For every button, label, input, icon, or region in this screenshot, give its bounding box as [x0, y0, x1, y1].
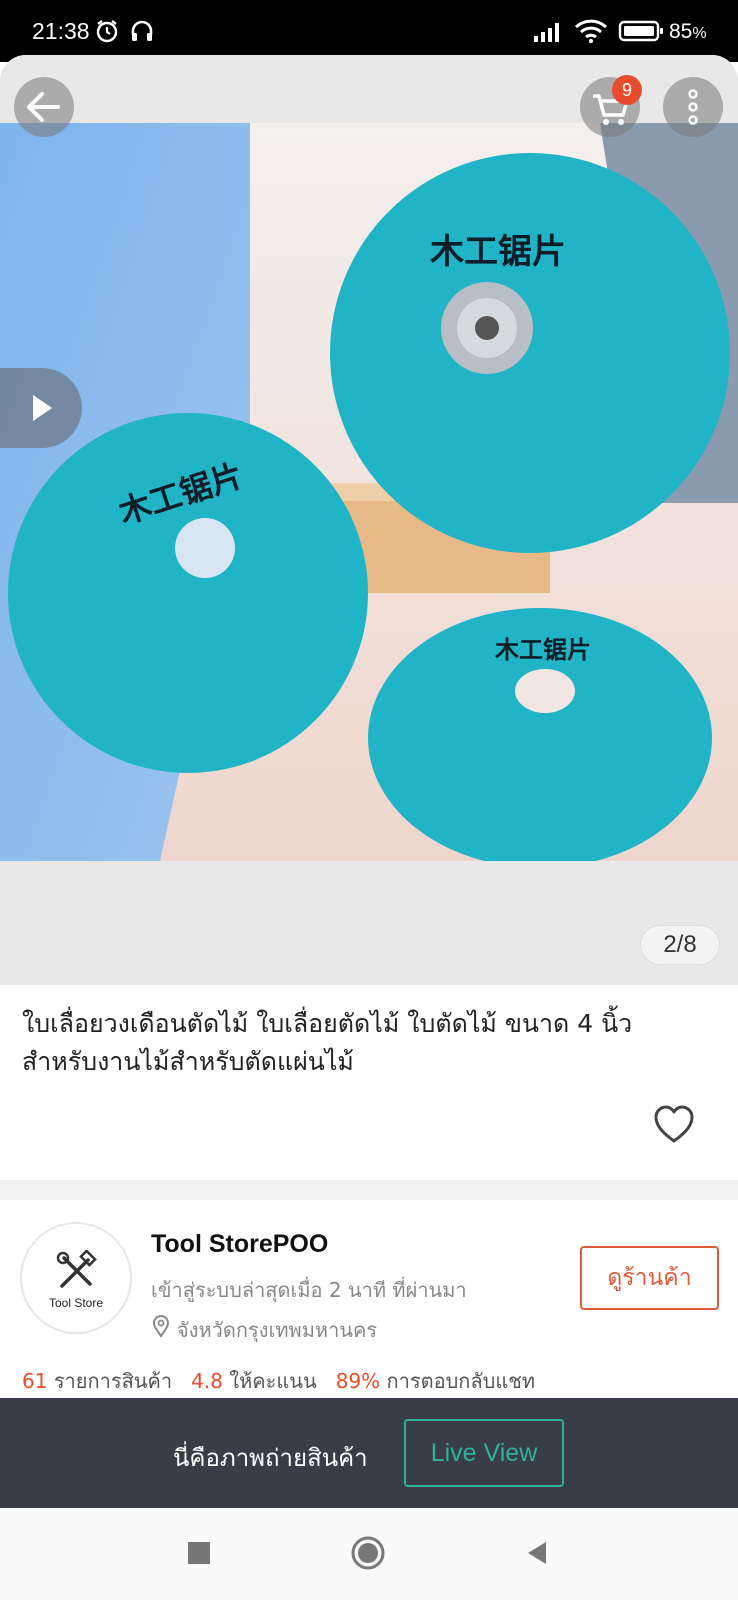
- play-icon: [33, 395, 52, 421]
- location-pin-icon: [152, 1315, 170, 1338]
- store-rating: 4.8: [191, 1369, 223, 1393]
- product-count-label: รายการสินค้า: [53, 1369, 173, 1393]
- back-button[interactable]: [14, 77, 74, 137]
- saw-blade-left: 木工锯片: [8, 413, 368, 773]
- live-view-button[interactable]: Live View: [404, 1419, 564, 1487]
- crossed-tools-icon: [56, 1250, 97, 1288]
- store-logo-text: Tool Store: [48, 1296, 104, 1310]
- saw-blade-large: 木工锯片: [330, 153, 730, 553]
- chat-response-rate: 89%: [335, 1369, 381, 1393]
- app-frame: 木工锯片 木工锯片 木工锯片 9 2/8 ใบเลื่อยวงเดือนตัดไ…: [0, 55, 738, 1600]
- status-time: 21:38: [32, 18, 90, 44]
- status-bar: 21:38 85%: [0, 0, 738, 62]
- system-nav-bar: [0, 1508, 738, 1600]
- more-vertical-icon: [688, 89, 698, 125]
- back-arrow-icon: [27, 92, 60, 122]
- image-page-counter: 2/8: [640, 925, 720, 965]
- product-count: 61: [22, 1369, 48, 1393]
- home-circle-icon[interactable]: [350, 1535, 386, 1571]
- more-options-button[interactable]: [663, 77, 723, 137]
- product-info: ใบเลื่อยวงเดือนตัดไม้ ใบเลื่อยตัดไม้ ใบต…: [0, 985, 738, 1180]
- store-name[interactable]: Tool StorePOO: [151, 1230, 328, 1259]
- wifi-icon: [574, 19, 608, 43]
- store-logo[interactable]: Tool Store: [20, 1222, 132, 1334]
- section-divider: [0, 1180, 738, 1200]
- recents-square-icon[interactable]: [184, 1538, 214, 1568]
- battery-icon: [618, 20, 663, 42]
- cart-count-badge: 9: [612, 75, 642, 105]
- photo-notice-banner: นี่คือภาพถ่ายสินค้า Live View: [0, 1398, 738, 1508]
- signal-icon: [534, 23, 559, 42]
- product-gallery[interactable]: 木工锯片 木工锯片 木工锯片 9 2/8: [0, 55, 738, 985]
- banner-text: นี่คือภาพถ่ายสินค้า: [173, 1444, 368, 1472]
- saw-blade-front: 木工锯片: [368, 608, 712, 861]
- store-stats: 61 รายการสินค้า 4.8 ให้คะแนน 89% การตอบก…: [22, 1365, 535, 1397]
- battery-level: 85%: [669, 20, 707, 43]
- product-title: ใบเลื่อยวงเดือนตัดไม้ ใบเลื่อยตัดไม้ ใบต…: [22, 1009, 633, 1076]
- store-last-login: เข้าสู่ระบบล่าสุดเมื่อ 2 นาที ที่ผ่านมา: [151, 1278, 467, 1302]
- svg-text:木工锯片: 木工锯片: [494, 636, 591, 664]
- store-section: Tool Store Tool StorePOO เข้าสู่ระบบล่าส…: [0, 1200, 738, 1400]
- favorite-heart-icon[interactable]: [652, 1103, 696, 1147]
- store-location: จังหวัดกรุงเทพมหานคร: [177, 1318, 378, 1342]
- back-triangle-icon[interactable]: [522, 1538, 552, 1568]
- view-store-button[interactable]: ดูร้านค้า: [580, 1246, 719, 1310]
- chat-response-label: การตอบกลับแชท: [386, 1369, 536, 1393]
- store-rating-label: ให้คะแนน: [229, 1369, 317, 1393]
- headphones-icon: [131, 20, 153, 41]
- video-play-button[interactable]: [0, 368, 82, 448]
- alarm-icon: [96, 20, 118, 43]
- svg-text:木工锯片: 木工锯片: [429, 232, 566, 272]
- product-photo[interactable]: 木工锯片 木工锯片 木工锯片: [0, 123, 738, 861]
